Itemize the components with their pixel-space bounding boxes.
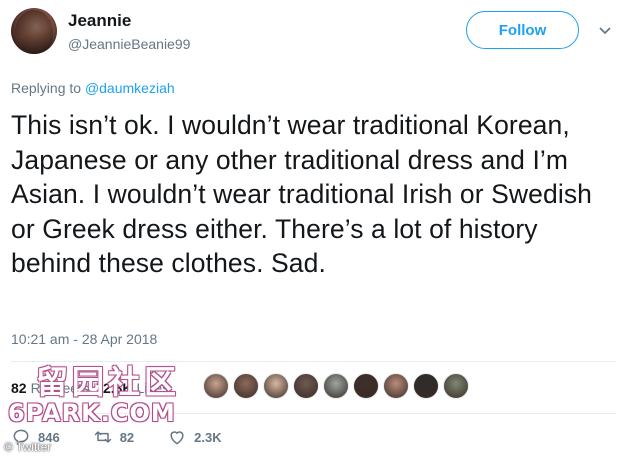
reply-mention-link[interactable]: @daumkeziah (85, 80, 175, 96)
liker-avatars (203, 373, 473, 399)
liker-avatar[interactable] (203, 373, 229, 399)
watermark-chinese: 留园社区 (36, 363, 181, 401)
image-credit: © Twitter (4, 440, 52, 454)
like-button[interactable]: 2.3K (167, 427, 222, 447)
liker-avatar[interactable] (353, 373, 379, 399)
replying-to: Replying to @daumkeziah (11, 80, 175, 96)
like-count: 2.3K (194, 429, 222, 445)
retweet-count: 82 (119, 429, 135, 445)
follow-button[interactable]: Follow (466, 11, 579, 49)
retweets-count[interactable]: 82 (11, 380, 27, 396)
liker-avatar[interactable] (263, 373, 289, 399)
avatar[interactable] (11, 8, 57, 54)
chevron-down-icon[interactable] (597, 22, 613, 38)
replying-prefix: Replying to (11, 80, 82, 96)
retweet-icon (94, 431, 111, 443)
retweet-button[interactable]: 82 (93, 427, 134, 447)
author-handle[interactable]: @JeannieBeanie99 (68, 36, 190, 52)
watermark-english: 6PARK.COM (8, 399, 176, 427)
tweet-timestamp[interactable]: 10:21 am - 28 Apr 2018 (11, 331, 157, 347)
liker-avatar[interactable] (233, 373, 259, 399)
author-name[interactable]: Jeannie (68, 11, 131, 31)
tweet-text: This isn’t ok. I wouldn’t wear tradition… (11, 110, 593, 278)
heart-icon (170, 431, 184, 445)
liker-avatar[interactable] (383, 373, 409, 399)
liker-avatar[interactable] (293, 373, 319, 399)
liker-avatar[interactable] (323, 373, 349, 399)
liker-avatar[interactable] (413, 373, 439, 399)
liker-avatar[interactable] (443, 373, 469, 399)
